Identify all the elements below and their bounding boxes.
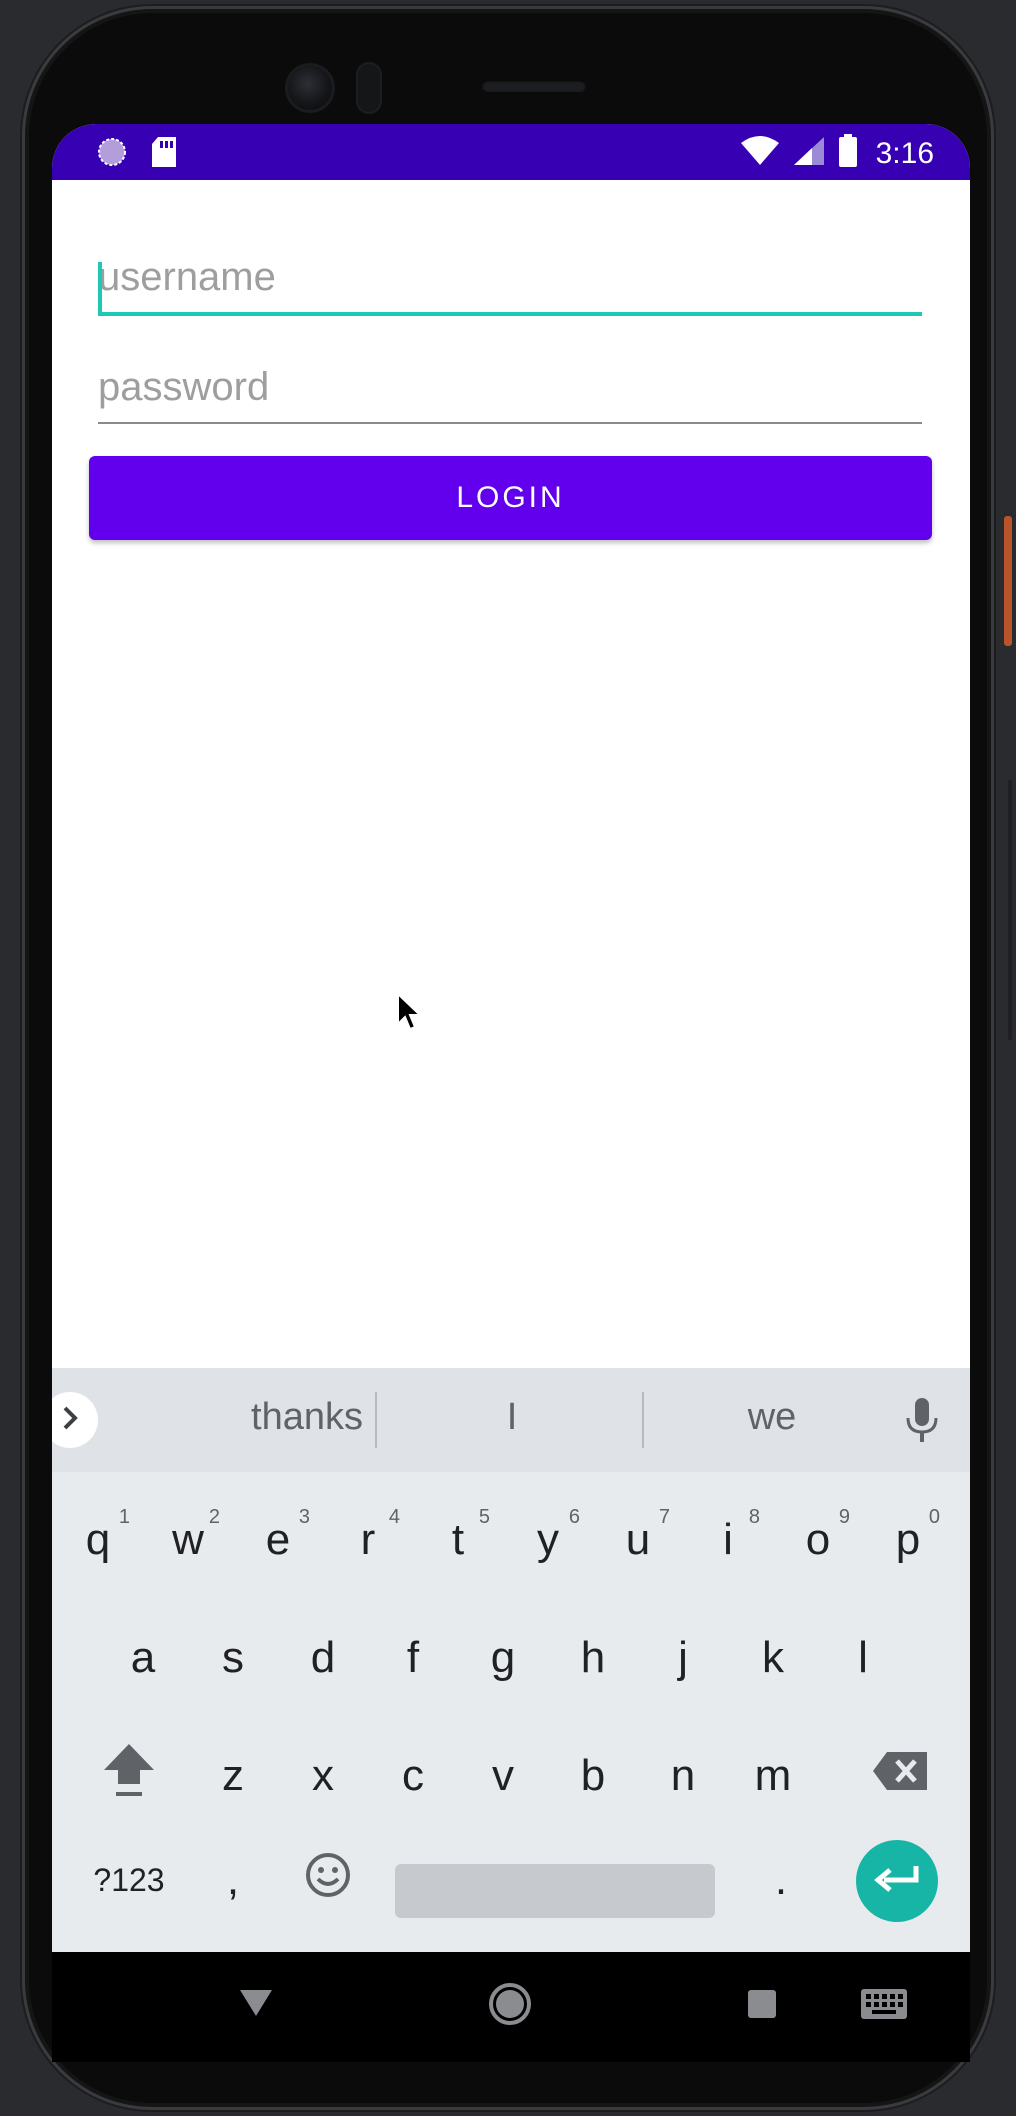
shift-arrow-icon	[102, 1742, 156, 1811]
key-r[interactable]: r4	[328, 1490, 408, 1590]
key-c[interactable]: c	[373, 1726, 453, 1826]
sd-card-icon	[150, 136, 178, 173]
key-x[interactable]: x	[283, 1726, 363, 1826]
signal-icon	[792, 135, 826, 172]
symbols-key[interactable]: ?123	[74, 1830, 184, 1930]
period-key[interactable]: .	[751, 1830, 811, 1930]
suggestion-divider	[642, 1392, 644, 1448]
login-button[interactable]: LOGIN	[89, 456, 932, 540]
key-n[interactable]: n	[643, 1726, 723, 1826]
earpiece-speaker	[482, 80, 586, 92]
battery-icon	[838, 134, 858, 173]
key-q[interactable]: q1	[58, 1490, 138, 1590]
key-h[interactable]: h	[553, 1608, 633, 1708]
text-caret	[98, 262, 102, 316]
enter-key[interactable]	[856, 1840, 938, 1922]
mouse-pointer-icon	[396, 991, 423, 1037]
key-f[interactable]: f	[373, 1608, 453, 1708]
password-field-container	[98, 352, 922, 424]
keyboard-switch-icon[interactable]	[860, 1988, 908, 2025]
enter-arrow-icon	[874, 1862, 920, 1901]
recents-square-icon[interactable]	[746, 1988, 778, 2025]
suggestion-divider	[375, 1392, 377, 1448]
soft-keyboard: thanks I we q1 w2 e3 r4 t5 y6 u7 i8 o9 p…	[52, 1368, 970, 1952]
key-s[interactable]: s	[193, 1608, 273, 1708]
key-a[interactable]: a	[103, 1608, 183, 1708]
key-u[interactable]: u7	[598, 1490, 678, 1590]
backspace-key[interactable]	[852, 1726, 948, 1826]
key-t[interactable]: t5	[418, 1490, 498, 1590]
screen: 3:16 LOGIN thanks I we	[52, 124, 970, 2062]
volume-button[interactable]	[1008, 780, 1012, 1040]
suggestion-1[interactable]: thanks	[182, 1396, 432, 1439]
status-bar: 3:16	[52, 124, 970, 180]
suggestion-strip: thanks I we	[52, 1368, 970, 1472]
emoji-icon	[305, 1852, 351, 1909]
username-field-container	[98, 242, 922, 316]
space-bar[interactable]	[395, 1864, 715, 1918]
emoji-key[interactable]	[288, 1830, 368, 1930]
key-p[interactable]: p0	[868, 1490, 948, 1590]
key-m[interactable]: m	[733, 1726, 813, 1826]
suggestion-3[interactable]: we	[692, 1396, 852, 1439]
navigation-bar	[52, 1952, 970, 2062]
key-o[interactable]: o9	[778, 1490, 858, 1590]
key-z[interactable]: z	[193, 1726, 273, 1826]
key-w[interactable]: w2	[148, 1490, 228, 1590]
home-circle-icon[interactable]	[488, 1982, 532, 2031]
shift-key[interactable]	[84, 1726, 174, 1826]
status-time: 3:16	[875, 136, 934, 170]
key-l[interactable]: l	[823, 1608, 903, 1708]
back-triangle-icon[interactable]	[238, 1988, 274, 2023]
username-input[interactable]	[98, 242, 922, 312]
proximity-sensor	[358, 64, 380, 112]
key-e[interactable]: e3	[238, 1490, 318, 1590]
backspace-icon	[871, 1750, 929, 1803]
wifi-icon	[740, 135, 780, 172]
key-k[interactable]: k	[733, 1608, 813, 1708]
comma-key[interactable]: ,	[203, 1830, 263, 1930]
power-button[interactable]	[1004, 516, 1012, 646]
key-y[interactable]: y6	[508, 1490, 588, 1590]
front-camera	[288, 66, 332, 110]
key-v[interactable]: v	[463, 1726, 543, 1826]
key-i[interactable]: i8	[688, 1490, 768, 1590]
key-j[interactable]: j	[643, 1608, 723, 1708]
microphone-icon[interactable]	[904, 1396, 940, 1449]
suggestion-2[interactable]: I	[482, 1396, 542, 1439]
key-g[interactable]: g	[463, 1608, 543, 1708]
loading-circle-icon	[96, 136, 128, 173]
key-d[interactable]: d	[283, 1608, 363, 1708]
password-input[interactable]	[98, 352, 922, 422]
key-b[interactable]: b	[553, 1726, 633, 1826]
